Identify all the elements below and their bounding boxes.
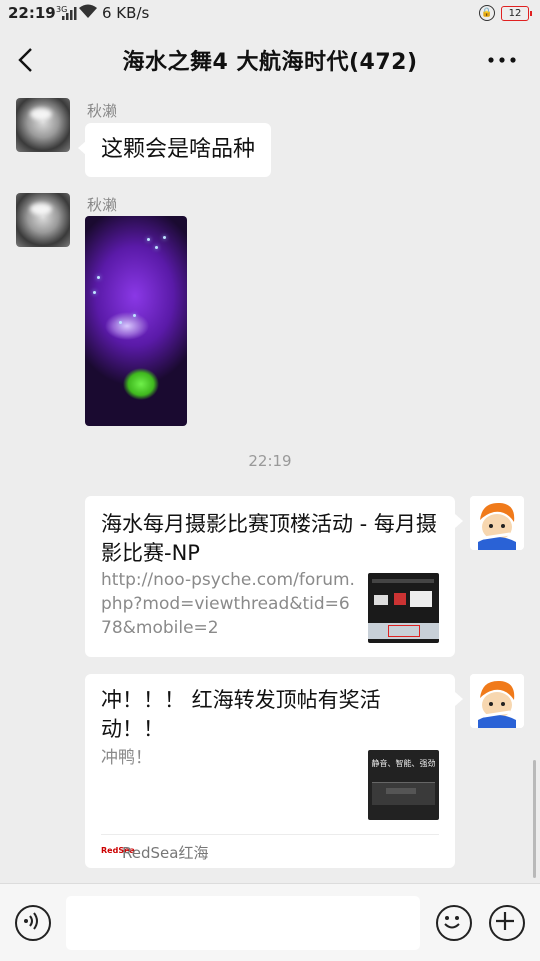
avatar[interactable]: [16, 193, 70, 247]
card-thumbnail: 静音、智能、强劲: [368, 750, 439, 820]
card-thumbnail: [368, 573, 439, 643]
voice-icon[interactable]: [15, 905, 51, 941]
message-bubble[interactable]: 这颗会是啥品种: [77, 123, 272, 177]
sender-name: 秋濑: [87, 102, 118, 120]
net-speed: 6 KB/s: [102, 4, 150, 22]
sender-name: 秋濑: [87, 196, 118, 214]
link-card[interactable]: 海水每月摄影比赛顶楼活动 - 每月摄影比赛-NP http://noo-psyc…: [85, 496, 463, 657]
coral-photo[interactable]: [85, 216, 187, 426]
status-time: 22:19: [8, 4, 56, 22]
avatar[interactable]: [470, 496, 524, 550]
rotation-lock-icon: 🔒: [479, 5, 495, 21]
thumb-caption: 静音、智能、强劲: [371, 759, 436, 768]
wifi-icon: [78, 3, 98, 23]
battery-level: 12: [508, 8, 522, 19]
card-desc: 冲鸭！: [101, 748, 152, 768]
chat-header: 海水之舞4 大航海时代(472): [0, 28, 540, 92]
time-divider: 22:19: [248, 452, 292, 470]
emoji-icon[interactable]: [436, 905, 472, 941]
battery-icon: 12: [501, 6, 532, 21]
card-title: 海水每月摄影比赛顶楼活动 - 每月摄影比赛-NP: [101, 512, 437, 565]
card-url: http://noo-psyche.com/forum.php?mod=view…: [101, 570, 355, 638]
card-divider: [101, 834, 439, 835]
status-bar: 22:19 3G 6 KB/s 🔒 12: [0, 0, 540, 28]
scrollbar[interactable]: [533, 760, 536, 878]
add-icon[interactable]: [489, 905, 525, 941]
link-card[interactable]: 冲！！！ 红海转发顶帖有奖活动！！ 冲鸭！ 静音、智能、强劲 RedSea Re…: [85, 674, 463, 868]
back-arrow-icon[interactable]: [14, 46, 38, 74]
message-input[interactable]: [66, 896, 420, 950]
avatar[interactable]: [16, 98, 70, 152]
card-title: 冲！！！ 红海转发顶帖有奖活动！！: [101, 688, 381, 741]
avatar[interactable]: [470, 674, 524, 728]
input-bar: [0, 883, 540, 961]
chat-title: 海水之舞4 大航海时代(472): [122, 50, 418, 75]
more-dots-icon[interactable]: [486, 46, 518, 74]
card-source: RedSea红海: [122, 844, 209, 862]
